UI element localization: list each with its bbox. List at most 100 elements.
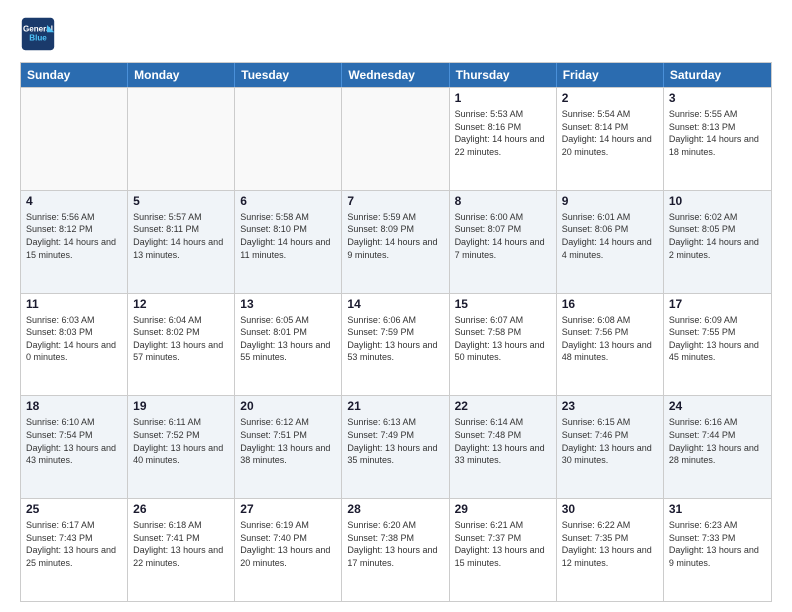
day-number: 18 (26, 399, 122, 413)
day-number: 31 (669, 502, 766, 516)
calendar-cell: 30Sunrise: 6:22 AM Sunset: 7:35 PM Dayli… (557, 499, 664, 601)
cell-info: Sunrise: 6:09 AM Sunset: 7:55 PM Dayligh… (669, 314, 766, 364)
header-thursday: Thursday (450, 63, 557, 87)
calendar-cell: 12 Sunrise: 6:04 AM Sunset: 8:02 PM Dayli… (128, 294, 235, 396)
cell-info: Sunrise: 6:07 AM Sunset: 7:58 PM Dayligh… (455, 314, 551, 364)
day-number: 24 (669, 399, 766, 413)
header-saturday: Saturday (664, 63, 771, 87)
calendar-row-4: 25 Sunrise: 6:17 AM Sunset: 7:43 PM Dayli… (21, 498, 771, 601)
cell-info: Sunrise: 6:10 AM Sunset: 7:54 PM Dayligh… (26, 416, 122, 466)
cell-info: Sunrise: 6:21 AM Sunset: 7:37 PM Dayligh… (455, 519, 551, 569)
cell-info: Sunrise: 6:23 AM Sunset: 7:33 PM Dayligh… (669, 519, 766, 569)
calendar-cell: 26 Sunrise: 6:18 AM Sunset: 7:41 PM Dayli… (128, 499, 235, 601)
calendar-cell: 8 Sunrise: 6:00 AM Sunset: 8:07 PM Daylig… (450, 191, 557, 293)
calendar-cell: 20 Sunrise: 6:12 AM Sunset: 7:51 PM Dayli… (235, 396, 342, 498)
day-number: 30 (562, 502, 658, 516)
cell-info: Sunrise: 5:53 AM Sunset: 8:16 PM Dayligh… (455, 108, 551, 158)
calendar-cell: 31 Sunrise: 6:23 AM Sunset: 7:33 PM Dayli… (664, 499, 771, 601)
calendar-cell: 7Sunrise: 5:59 AM Sunset: 8:09 PM Daylig… (342, 191, 449, 293)
cell-info: Sunrise: 6:15 AM Sunset: 7:46 PM Dayligh… (562, 416, 658, 466)
calendar-cell: 15 Sunrise: 6:07 AM Sunset: 7:58 PM Dayli… (450, 294, 557, 396)
cell-info: Sunrise: 5:54 AM Sunset: 8:14 PM Dayligh… (562, 108, 658, 158)
day-number: 23 (562, 399, 658, 413)
day-number: 27 (240, 502, 336, 516)
day-number: 12 (133, 297, 229, 311)
header: General Blue (20, 16, 772, 52)
calendar-cell: 4 Sunrise: 5:56 AM Sunset: 8:12 PM Daylig… (21, 191, 128, 293)
cell-info: Sunrise: 6:08 AM Sunset: 7:56 PM Dayligh… (562, 314, 658, 364)
calendar-cell: 18 Sunrise: 6:10 AM Sunset: 7:54 PM Dayli… (21, 396, 128, 498)
calendar-cell: 23 Sunrise: 6:15 AM Sunset: 7:46 PM Dayli… (557, 396, 664, 498)
header-tuesday: Tuesday (235, 63, 342, 87)
calendar-row-1: 4 Sunrise: 5:56 AM Sunset: 8:12 PM Daylig… (21, 190, 771, 293)
day-number: 26 (133, 502, 229, 516)
calendar-cell: 29Sunrise: 6:21 AM Sunset: 7:37 PM Dayli… (450, 499, 557, 601)
cell-info: Sunrise: 5:55 AM Sunset: 8:13 PM Dayligh… (669, 108, 766, 158)
day-number: 8 (455, 194, 551, 208)
cell-info: Sunrise: 6:20 AM Sunset: 7:38 PM Dayligh… (347, 519, 443, 569)
calendar-row-2: 11 Sunrise: 6:03 AM Sunset: 8:03 PM Dayli… (21, 293, 771, 396)
day-number: 28 (347, 502, 443, 516)
calendar-cell: 25 Sunrise: 6:17 AM Sunset: 7:43 PM Dayli… (21, 499, 128, 601)
cell-info: Sunrise: 6:03 AM Sunset: 8:03 PM Dayligh… (26, 314, 122, 364)
calendar-cell: 21 Sunrise: 6:13 AM Sunset: 7:49 PM Dayli… (342, 396, 449, 498)
page: General Blue Sunday Monday Tuesday Wedne… (0, 0, 792, 612)
cell-info: Sunrise: 6:19 AM Sunset: 7:40 PM Dayligh… (240, 519, 336, 569)
calendar-cell (21, 88, 128, 190)
cell-info: Sunrise: 5:58 AM Sunset: 8:10 PM Dayligh… (240, 211, 336, 261)
header-friday: Friday (557, 63, 664, 87)
day-number: 2 (562, 91, 658, 105)
cell-info: Sunrise: 6:06 AM Sunset: 7:59 PM Dayligh… (347, 314, 443, 364)
cell-info: Sunrise: 6:04 AM Sunset: 8:02 PM Dayligh… (133, 314, 229, 364)
calendar-cell: 6Sunrise: 5:58 AM Sunset: 8:10 PM Daylig… (235, 191, 342, 293)
day-number: 1 (455, 91, 551, 105)
cell-info: Sunrise: 5:56 AM Sunset: 8:12 PM Dayligh… (26, 211, 122, 261)
cell-info: Sunrise: 5:57 AM Sunset: 8:11 PM Dayligh… (133, 211, 229, 261)
day-number: 25 (26, 502, 122, 516)
cell-info: Sunrise: 6:13 AM Sunset: 7:49 PM Dayligh… (347, 416, 443, 466)
calendar-cell: 17 Sunrise: 6:09 AM Sunset: 7:55 PM Dayli… (664, 294, 771, 396)
day-number: 17 (669, 297, 766, 311)
header-monday: Monday (128, 63, 235, 87)
day-number: 21 (347, 399, 443, 413)
calendar-cell: 22 Sunrise: 6:14 AM Sunset: 7:48 PM Dayli… (450, 396, 557, 498)
day-number: 4 (26, 194, 122, 208)
day-number: 11 (26, 297, 122, 311)
cell-info: Sunrise: 6:16 AM Sunset: 7:44 PM Dayligh… (669, 416, 766, 466)
calendar-row-0: 1 Sunrise: 5:53 AM Sunset: 8:16 PM Daylig… (21, 87, 771, 190)
calendar-cell: 9 Sunrise: 6:01 AM Sunset: 8:06 PM Daylig… (557, 191, 664, 293)
calendar-cell: 28 Sunrise: 6:20 AM Sunset: 7:38 PM Dayli… (342, 499, 449, 601)
day-number: 9 (562, 194, 658, 208)
calendar-cell (128, 88, 235, 190)
calendar-cell (235, 88, 342, 190)
calendar-cell: 11 Sunrise: 6:03 AM Sunset: 8:03 PM Dayli… (21, 294, 128, 396)
logo: General Blue (20, 16, 56, 52)
svg-text:Blue: Blue (29, 33, 47, 42)
day-number: 19 (133, 399, 229, 413)
calendar-cell: 16Sunrise: 6:08 AM Sunset: 7:56 PM Dayli… (557, 294, 664, 396)
day-number: 5 (133, 194, 229, 208)
calendar-row-3: 18 Sunrise: 6:10 AM Sunset: 7:54 PM Dayli… (21, 395, 771, 498)
calendar-cell: 24 Sunrise: 6:16 AM Sunset: 7:44 PM Dayli… (664, 396, 771, 498)
day-number: 20 (240, 399, 336, 413)
day-number: 22 (455, 399, 551, 413)
cell-info: Sunrise: 6:17 AM Sunset: 7:43 PM Dayligh… (26, 519, 122, 569)
cell-info: Sunrise: 6:00 AM Sunset: 8:07 PM Dayligh… (455, 211, 551, 261)
header-wednesday: Wednesday (342, 63, 449, 87)
calendar-cell: 27 Sunrise: 6:19 AM Sunset: 7:40 PM Dayli… (235, 499, 342, 601)
calendar-cell: 5 Sunrise: 5:57 AM Sunset: 8:11 PM Daylig… (128, 191, 235, 293)
calendar-cell: 3 Sunrise: 5:55 AM Sunset: 8:13 PM Daylig… (664, 88, 771, 190)
cell-info: Sunrise: 6:02 AM Sunset: 8:05 PM Dayligh… (669, 211, 766, 261)
header-sunday: Sunday (21, 63, 128, 87)
logo-icon: General Blue (20, 16, 56, 52)
calendar-cell: 19Sunrise: 6:11 AM Sunset: 7:52 PM Dayli… (128, 396, 235, 498)
calendar-cell: 13Sunrise: 6:05 AM Sunset: 8:01 PM Dayli… (235, 294, 342, 396)
calendar-header: Sunday Monday Tuesday Wednesday Thursday… (21, 63, 771, 87)
cell-info: Sunrise: 6:18 AM Sunset: 7:41 PM Dayligh… (133, 519, 229, 569)
cell-info: Sunrise: 6:12 AM Sunset: 7:51 PM Dayligh… (240, 416, 336, 466)
cell-info: Sunrise: 6:01 AM Sunset: 8:06 PM Dayligh… (562, 211, 658, 261)
day-number: 15 (455, 297, 551, 311)
day-number: 3 (669, 91, 766, 105)
calendar-cell (342, 88, 449, 190)
cell-info: Sunrise: 6:14 AM Sunset: 7:48 PM Dayligh… (455, 416, 551, 466)
